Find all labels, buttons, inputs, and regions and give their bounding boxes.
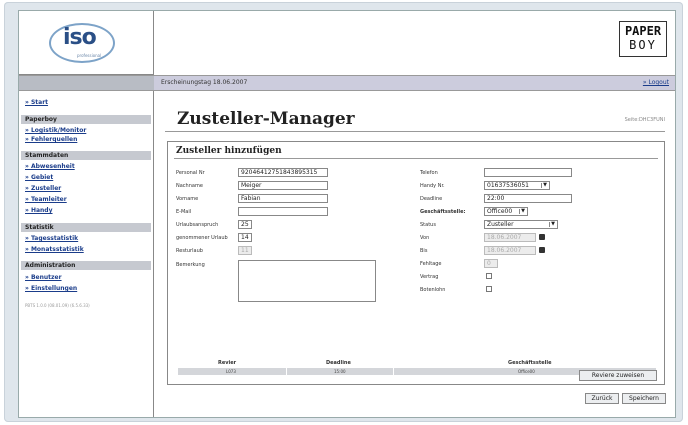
status-select[interactable]: Zusteller ▼ [484,220,558,229]
table-header-revier: Revier [218,360,237,366]
personalnr-field[interactable]: 92046412751843895315 [238,168,328,177]
form-title: Zusteller hinzufügen [176,146,282,156]
title-divider [165,131,665,132]
sidebar-item-tagesstatistik[interactable]: » Tagesstatistik [25,235,78,242]
sidebar-section-stammdaten: Stammdaten [21,151,151,160]
resturlaub-field: 11 [238,246,252,255]
version-text: PBTS 1.0.0 (08.01.09) (6.5.6.33) [25,303,90,308]
bis-date-field: 18.06.2007 [484,246,536,255]
sidebar-section-administration: Administration [21,261,151,270]
save-button[interactable]: Speichern [622,393,666,404]
urlaubsanspruch-label: Urlaubsanspruch [176,222,219,228]
window-frame: iso professional PAPER BOY Erscheinungst… [4,2,683,422]
von-date-field: 18.06.2007 [484,233,536,242]
table-cell-geschaeftsstelle: Office00 [518,369,535,374]
table-separator [286,368,287,375]
vertrag-label: Vertrag [420,274,439,280]
bemerkung-label: Bemerkung [176,262,205,268]
handy-label: Handy Nr. [420,183,445,189]
chevron-down-icon: ▼ [541,183,548,188]
vorname-label: Vorname [176,196,199,202]
iso-logo-subtext: professional [77,53,102,58]
status-select-value: Zusteller [487,221,514,228]
telefon-label: Telefon [420,170,438,176]
table-header-deadline: Deadline [326,360,351,366]
main-content: Zusteller-Manager Seite:DHC3FUNI Zustell… [155,91,675,417]
sidebar-item-fehlerquellen[interactable]: » Fehlerquellen [25,136,77,143]
email-label: E-Mail [176,209,192,215]
sidebar-item-abwesenheit[interactable]: » Abwesenheit [25,163,75,170]
fehltage-field: 0 [484,259,498,268]
table-cell-revier: L073 [226,369,236,374]
chevron-down-icon: ▼ [519,209,526,214]
botenlohn-checkbox[interactable] [486,286,492,292]
geschaeftsstelle-label: Geschäftsstelle: [420,209,466,215]
top-bar-left [19,76,154,90]
sidebar: » Start Paperboy » Logistik/Monitor » Fe… [19,91,154,417]
publication-date: Erscheinungstag 18.06.2007 [161,79,248,86]
nachname-label: Nachname [176,183,203,189]
geschaeftsstelle-select[interactable]: Office00 ▼ [484,207,528,216]
geschaeftsstelle-select-value: Office00 [487,208,513,215]
telefon-field[interactable] [484,168,572,177]
sidebar-item-zusteller[interactable]: » Zusteller [25,185,61,192]
handy-select[interactable]: 01637536051 ▼ [484,181,550,190]
logo-area: iso professional [19,11,154,75]
table-header-geschaeftsstelle: Geschäftsstelle [508,360,552,366]
sidebar-item-einstellungen[interactable]: » Einstellungen [25,285,77,292]
personalnr-label: Personal Nr [176,170,205,176]
sidebar-section-statistik: Statistik [21,223,151,232]
handy-select-value: 01637536051 [487,182,529,189]
genommener-urlaub-label: genommener Urlaub [176,235,228,241]
app-page: iso professional PAPER BOY Erscheinungst… [18,10,676,418]
nachname-field[interactable]: Meiger [238,181,328,190]
genommener-urlaub-field[interactable]: 14 [238,233,252,242]
vertrag-checkbox[interactable] [486,273,492,279]
sidebar-item-start[interactable]: » Start [25,99,48,106]
paperboy-logo: PAPER BOY [619,21,667,57]
add-zusteller-form: Zusteller hinzufügen Personal Nr 9204641… [167,141,665,385]
deadline-field[interactable]: 22:00 [484,194,572,203]
table-separator [393,368,394,375]
fehltage-label: Fehltage [420,261,442,267]
logout-link[interactable]: » Logout [643,79,669,86]
reviere-zuweisen-button[interactable]: Reviere zuweisen [579,370,657,381]
bis-label: Bis [420,248,428,254]
table-cell-deadline: 15:00 [334,369,346,374]
paperboy-logo-line1: PAPER [624,24,662,38]
iso-logo-text: iso [63,25,97,50]
sidebar-item-teamleiter[interactable]: » Teamleiter [25,196,67,203]
chevron-down-icon: ▼ [549,222,556,227]
botenlohn-label: Botenlohn [420,287,446,293]
top-bar: Erscheinungstag 18.06.2007 » Logout [19,75,675,91]
calendar-icon[interactable] [539,234,545,240]
sidebar-item-monatsstatistik[interactable]: » Monatsstatistik [25,246,84,253]
von-label: Von [420,235,430,241]
status-label: Status [420,222,436,228]
sidebar-item-gebiet[interactable]: » Gebiet [25,174,53,181]
email-field[interactable] [238,207,328,216]
back-button[interactable]: Zurück [585,393,619,404]
sidebar-section-paperboy: Paperboy [21,115,151,124]
paperboy-logo-line2: BOY [629,38,657,52]
page-title: Zusteller-Manager [177,109,355,129]
form-divider [174,158,658,159]
page-code: Seite:DHC3FUNI [624,117,665,123]
urlaubsanspruch-field[interactable]: 25 [238,220,252,229]
sidebar-item-benutzer[interactable]: » Benutzer [25,274,62,281]
calendar-icon[interactable] [539,247,545,253]
bemerkung-textarea[interactable] [238,260,376,302]
sidebar-item-logistik[interactable]: » Logistik/Monitor [25,127,86,134]
resturlaub-label: Resturlaub [176,248,203,254]
deadline-label: Deadline [420,196,443,202]
vorname-field[interactable]: Fabian [238,194,328,203]
sidebar-item-handy[interactable]: » Handy [25,207,53,214]
